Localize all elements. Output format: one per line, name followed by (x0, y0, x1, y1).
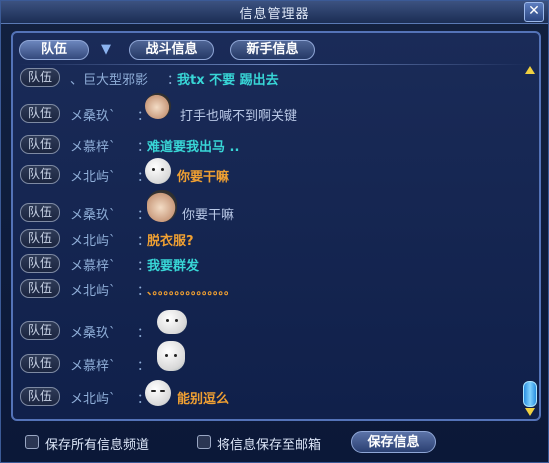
save-info-button[interactable]: 保存信息 (351, 431, 436, 453)
message-text: 你要干嘛 (182, 208, 235, 223)
tab-team[interactable]: 队伍 (19, 40, 89, 60)
chat-scrollbar[interactable] (523, 66, 537, 416)
eye (151, 390, 156, 392)
close-icon[interactable]: ✕ (524, 2, 544, 22)
footer-bar: 保存所有信息频道 将信息保存至邮箱 保存信息 (1, 427, 548, 461)
divider (17, 64, 531, 65)
save-to-mail-checkbox[interactable] (197, 435, 211, 449)
message-text: 能别逗么 (177, 392, 230, 407)
chat-message: 队伍 メ桑玖` ： (17, 310, 522, 342)
separator: ： (137, 326, 151, 341)
channel-badge[interactable]: 队伍 (20, 354, 60, 373)
dropdown-arrow-icon[interactable]: ▼ (101, 42, 111, 57)
sender-name[interactable]: メ桑玖` (70, 105, 116, 124)
save-all-channels-label[interactable]: 保存所有信息频道 (45, 434, 149, 453)
eye (175, 319, 178, 322)
eye (174, 354, 177, 357)
sender-name[interactable]: メ北屿` (70, 230, 116, 249)
scroll-up-icon[interactable] (525, 66, 535, 74)
channel-badge[interactable]: 队伍 (20, 68, 60, 87)
chat-message: 队伍 メ桑玖` ： 你要干嘛 (17, 190, 522, 224)
sender-name[interactable]: 、巨大型邪影 (70, 69, 148, 88)
chat-message: 队伍 メ慕梓` ： (17, 341, 522, 375)
title-bar[interactable]: 信息管理器 ✕ (1, 1, 548, 24)
window-title: 信息管理器 (239, 7, 310, 22)
channel-badge[interactable]: 队伍 (20, 203, 60, 222)
eye (166, 319, 169, 322)
chat-message: 队伍 メ北屿` ： 能别逗么 (17, 380, 522, 408)
chat-message: 队伍 メ慕梓` ： 我要群发 (17, 253, 522, 275)
channel-badge[interactable]: 队伍 (20, 135, 60, 154)
channel-badge[interactable]: 队伍 (20, 279, 60, 298)
sender-name[interactable]: メ慕梓` (70, 255, 116, 274)
chat-message: 队伍 メ北屿` ： 脱衣服? (17, 228, 522, 250)
message-text: 打手也喊不到啊关键 (180, 109, 298, 124)
channel-badge[interactable]: 队伍 (20, 387, 60, 406)
eye (152, 168, 155, 171)
sender-name[interactable]: メ北屿` (70, 166, 116, 185)
separator: ： (137, 359, 151, 374)
channel-badge[interactable]: 队伍 (20, 229, 60, 248)
sender-name[interactable]: メ桑玖` (70, 322, 116, 341)
channel-badge[interactable]: 队伍 (20, 254, 60, 273)
channel-tab-bar: 队伍 ▼ 战斗信息 新手信息 (17, 37, 535, 63)
tab-battle-info[interactable]: 战斗信息 (129, 40, 214, 60)
message-text: 我tx 不要 踢出去 (177, 73, 279, 88)
grumpy-face-emoticon (145, 380, 171, 406)
message-manager-window: 信息管理器 ✕ 队伍 ▼ 战斗信息 新手信息 队伍 、巨大型邪影 ： 我tx 不… (0, 0, 549, 463)
chat-message: 队伍 、巨大型邪影 ： 我tx 不要 踢出去 (17, 67, 522, 89)
sender-name[interactable]: メ北屿` (70, 388, 116, 407)
channel-badge[interactable]: 队伍 (20, 104, 60, 123)
bunny-face-emoticon (157, 341, 185, 371)
message-text: 难道要我出马 .. (147, 140, 240, 155)
channel-badge[interactable]: 队伍 (20, 165, 60, 184)
chat-message: 队伍 メ慕梓` ： 难道要我出马 .. (17, 134, 522, 156)
sender-name[interactable]: メ慕梓` (70, 136, 116, 155)
face-emoticon (145, 158, 171, 184)
channel-badge[interactable]: 队伍 (20, 321, 60, 340)
glasses-face-emoticon (145, 93, 171, 119)
save-all-channels-checkbox[interactable] (25, 435, 39, 449)
message-text: 你要干嘛 (177, 170, 230, 185)
chat-message: 队伍 メ北屿` ： 、。。。。。。。。。。。。。。 (17, 278, 522, 300)
scroll-down-icon[interactable] (525, 408, 535, 416)
chat-message: 队伍 メ北屿` ： 你要干嘛 (17, 158, 522, 186)
message-text: 、。。。。。。。。。。。。。。 (147, 284, 235, 297)
save-to-mail-label[interactable]: 将信息保存至邮箱 (217, 434, 321, 453)
message-text: 脱衣服? (147, 234, 194, 249)
scroll-thumb[interactable] (523, 381, 537, 407)
message-text: 我要群发 (147, 259, 200, 274)
sender-name[interactable]: メ慕梓` (70, 355, 116, 374)
blob-emoticon (157, 310, 187, 334)
hooded-face-emoticon (147, 190, 177, 222)
eye (161, 168, 164, 171)
eye (165, 354, 168, 357)
chat-message: 队伍 メ桑玖` ： 打手也喊不到啊关键 (17, 93, 522, 125)
chat-log[interactable]: 队伍 、巨大型邪影 ： 我tx 不要 踢出去 队伍 メ桑玖` ： 打手也喊不到啊… (15, 66, 525, 416)
sender-name[interactable]: メ桑玖` (70, 204, 116, 223)
chat-panel: 队伍 ▼ 战斗信息 新手信息 队伍 、巨大型邪影 ： 我tx 不要 踢出去 队伍… (11, 31, 541, 421)
tab-newbie-info[interactable]: 新手信息 (230, 40, 315, 60)
sender-name[interactable]: メ北屿` (70, 280, 116, 299)
eye (160, 390, 165, 392)
